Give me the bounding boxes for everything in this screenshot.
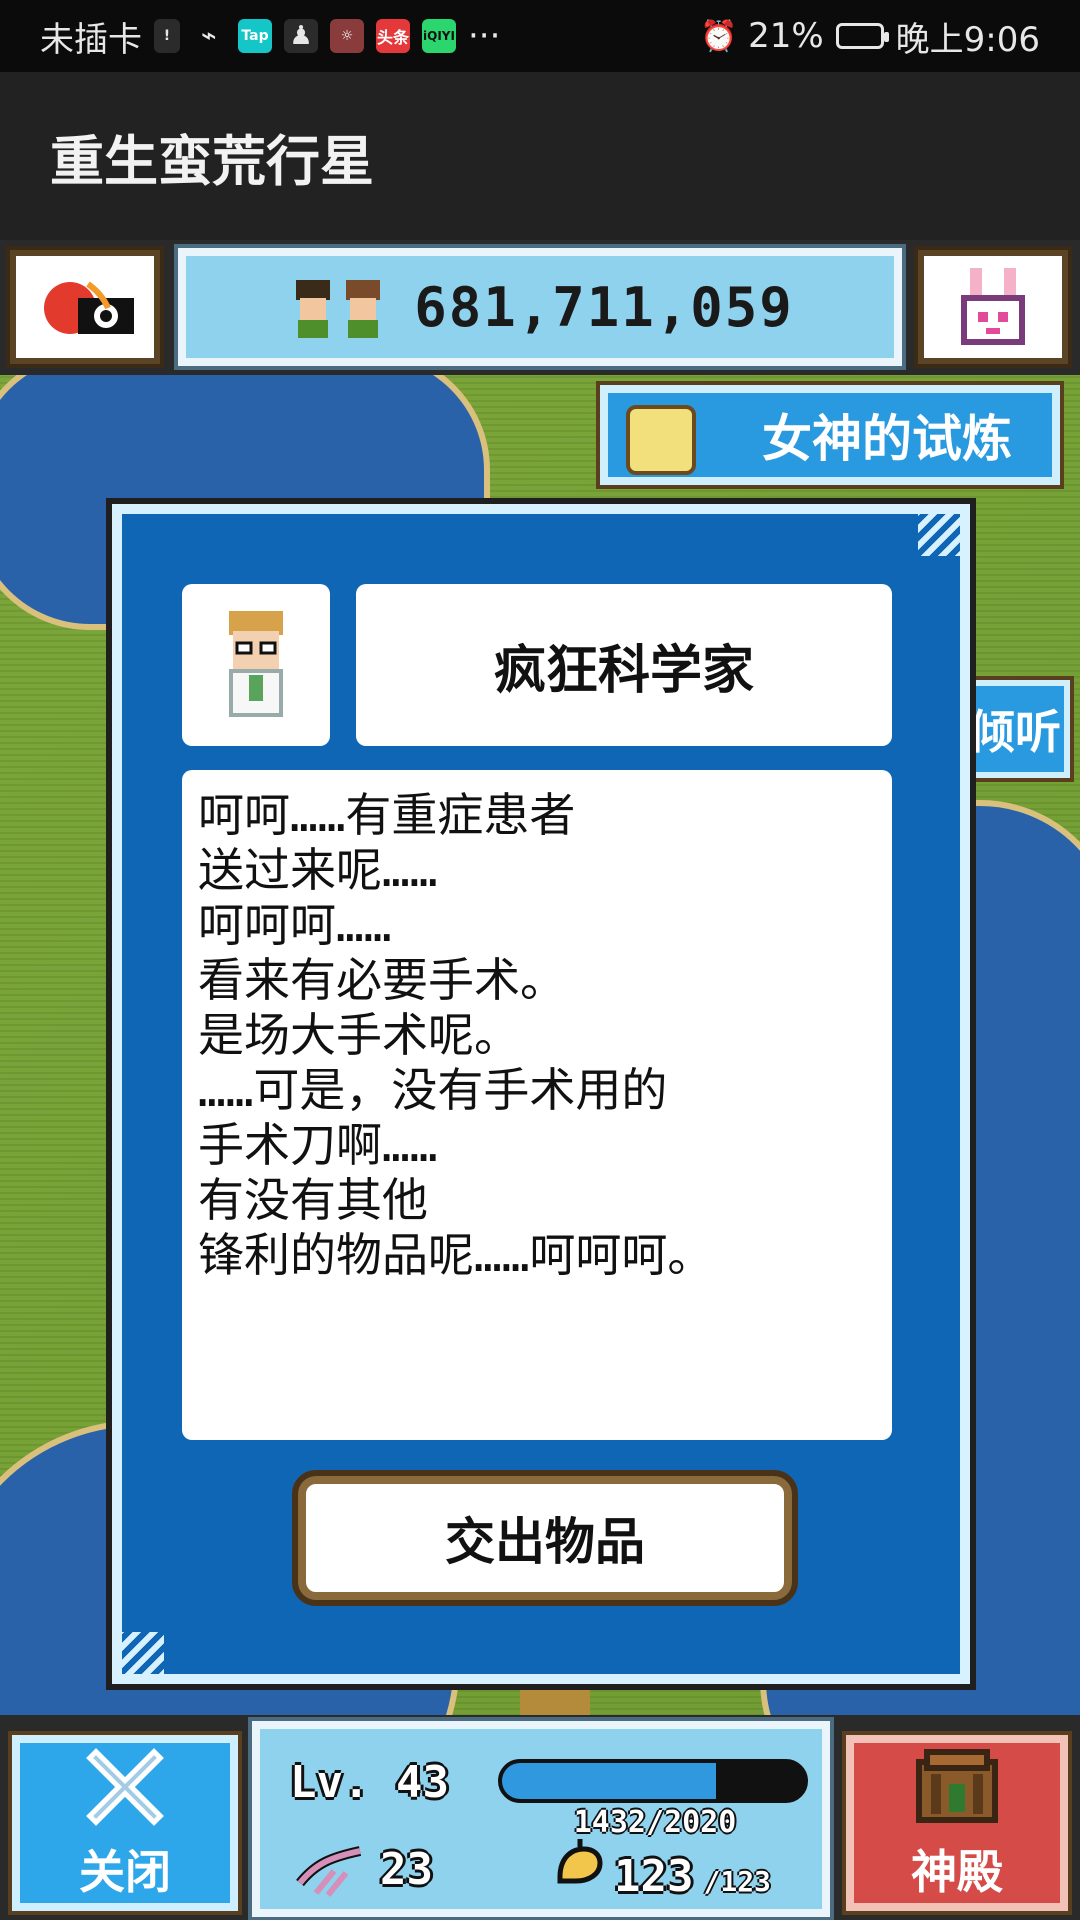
- hp-value: 123: [614, 1851, 694, 1902]
- money-amount: 681,711,059: [414, 275, 794, 339]
- dialog-line: 有没有其他: [198, 1173, 428, 1227]
- wifi-icon: ⌁: [201, 21, 217, 51]
- dialog-line: ……可是，没有手术用的: [198, 1063, 668, 1117]
- dialog-line: 呵呵呵……: [198, 898, 392, 952]
- shrine-icon: [916, 1749, 998, 1823]
- claw-icon: [296, 1846, 362, 1897]
- currency-bar: 681,711,059: [174, 244, 906, 370]
- give-item-button[interactable]: 交出物品: [292, 1470, 798, 1606]
- qq-icon: ♟: [284, 19, 318, 53]
- app-title-bar: 重生蛮荒行星: [0, 72, 1080, 240]
- close-button[interactable]: 关闭: [8, 1731, 242, 1915]
- dialog-text-box: 呵呵……有重症患者 送过来呢…… 呵呵呵…… 看来有必要手术。 是场大手术呢。 …: [182, 770, 892, 1440]
- dialog-corner-ornament: [116, 1632, 164, 1680]
- time-text: 晚上9:06: [895, 19, 1040, 60]
- battery-icon: [835, 23, 889, 49]
- more-icon: ···: [468, 16, 501, 56]
- scientist-portrait-icon: [229, 611, 283, 717]
- npc-portrait: [182, 584, 330, 746]
- status-right: ⏰ 21% 晚上9:06: [700, 12, 1040, 61]
- attack-stat: 23: [294, 1841, 433, 1897]
- npc-name-box: 疯狂科学家: [356, 584, 892, 746]
- hp-max: /123: [703, 1865, 771, 1898]
- dialog-line: 手术刀啊……: [198, 1118, 438, 1172]
- goddess-trial-label: 女神的试炼: [762, 410, 1012, 468]
- dialog-line: 是场大手术呢。: [198, 1008, 520, 1062]
- camera-icon: [44, 281, 134, 334]
- listen-tab-label: 倾听: [969, 705, 1061, 759]
- close-icon: [86, 1748, 164, 1826]
- xp-bar-fill: [502, 1763, 717, 1799]
- shrine-button[interactable]: 神殿: [842, 1731, 1072, 1915]
- app-title: 重生蛮荒行星: [50, 129, 374, 193]
- population-icon: [296, 280, 381, 338]
- give-item-label: 交出物品: [445, 1513, 645, 1571]
- listen-tab[interactable]: 倾听: [956, 676, 1074, 782]
- goddess-avatar: [626, 405, 696, 475]
- status-left: 未插卡 ! ⌁ Tap ♟ ☼ 头条 iQIYI ···: [40, 12, 500, 61]
- dialog-line: 看来有必要手术。: [198, 953, 566, 1007]
- npc-name: 疯狂科学家: [493, 640, 754, 701]
- toutiao-icon: 头条: [376, 19, 410, 53]
- muscle-icon: [557, 1839, 603, 1884]
- shrine-label: 神殿: [911, 1845, 1003, 1899]
- dialog-corner-ornament: [918, 508, 966, 556]
- player-level: Lv. 43: [290, 1757, 449, 1808]
- goddess-trial-button[interactable]: 女神的试炼: [596, 381, 1064, 489]
- rabbit-mascot-button[interactable]: [914, 246, 1072, 368]
- player-stats-panel: Lv. 43 1432/2020 23 123 /123: [248, 1717, 834, 1920]
- dialog-line: 锋利的物品呢……呵呵呵。: [198, 1228, 714, 1282]
- top-hud: 681,711,059: [0, 240, 1080, 375]
- xp-text: 1432/2020: [573, 1805, 737, 1840]
- battery-percent: 21%: [748, 16, 824, 56]
- bottom-hud: 关闭 Lv. 43 1432/2020 23 123 /123 神殿: [0, 1715, 1080, 1920]
- close-label: 关闭: [79, 1845, 171, 1899]
- carrier-text: 未插卡: [40, 19, 142, 60]
- game-area: 681,711,059 女神的试炼 倾听 疯狂科学家 呵呵……有重症患者 送过来…: [0, 240, 1080, 1920]
- dialog-line: 呵呵……有重症患者: [198, 788, 576, 842]
- tap-icon: Tap: [238, 19, 272, 53]
- rabbit-icon: [961, 268, 1025, 345]
- iqiyi-icon: iQIYI: [422, 19, 456, 53]
- npc-dialog: 疯狂科学家 呵呵……有重症患者 送过来呢…… 呵呵呵…… 看来有必要手术。 是场…: [106, 498, 976, 1690]
- sim-alert-icon: !: [154, 19, 180, 53]
- attack-value: 23: [380, 1843, 433, 1895]
- camera-button[interactable]: [6, 246, 164, 368]
- status-bar: 未插卡 ! ⌁ Tap ♟ ☼ 头条 iQIYI ··· ⏰ 21% 晚上9:0…: [0, 0, 1080, 72]
- alarm-icon: ⏰: [700, 18, 738, 54]
- dialog-line: 送过来呢……: [198, 843, 438, 897]
- xp-bar: [498, 1759, 808, 1803]
- hp-stat: 123 /123: [550, 1837, 771, 1902]
- game-icon: ☼: [330, 19, 364, 53]
